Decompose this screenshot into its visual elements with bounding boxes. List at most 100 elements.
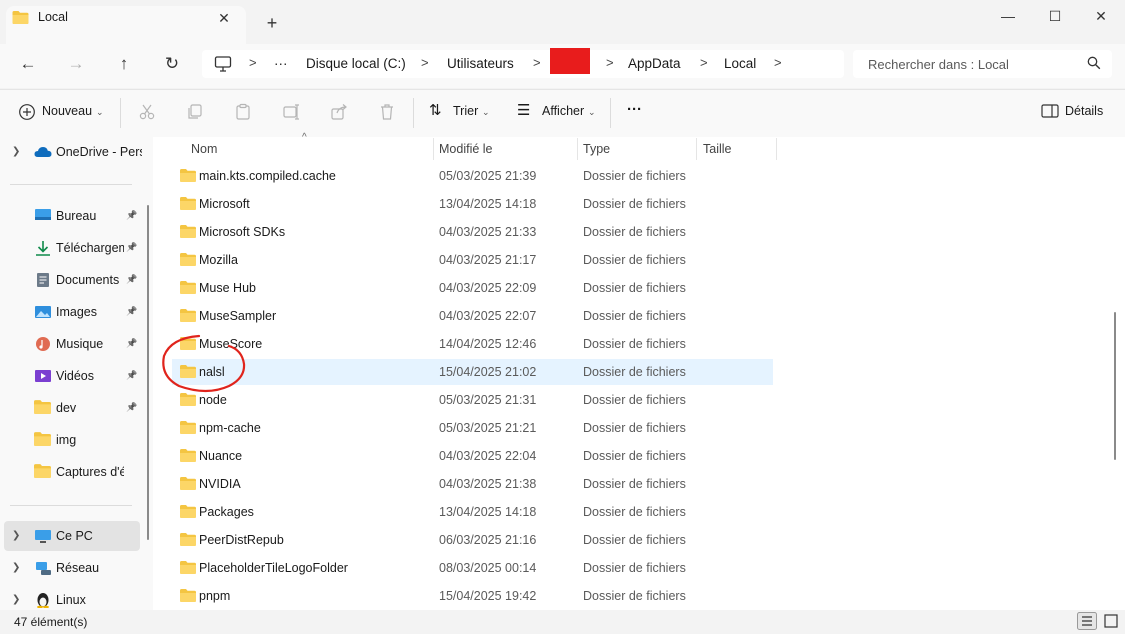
- copy-icon[interactable]: [186, 103, 204, 121]
- pin-icon[interactable]: 📌: [126, 210, 137, 221]
- folder-icon: [180, 449, 196, 465]
- file-modified: 14/04/2025 12:46: [439, 337, 537, 351]
- cut-icon[interactable]: [138, 103, 156, 121]
- toolbar-divider: [610, 98, 611, 128]
- pin-icon[interactable]: 📌: [126, 274, 137, 285]
- file-name: main.kts.compiled.cache: [199, 169, 336, 183]
- this-pc-icon: [35, 530, 51, 543]
- file-type: Dossier de fichiers: [583, 309, 686, 323]
- file-name: MuseScore: [199, 337, 263, 351]
- videos-icon: [34, 368, 52, 387]
- sidebar-label: Réseau: [56, 561, 100, 575]
- paste-icon[interactable]: [234, 103, 252, 121]
- up-arrow-icon[interactable]: ↑: [110, 52, 138, 76]
- back-arrow-icon[interactable]: ←: [14, 52, 42, 76]
- sidebar-label: Bureau: [56, 209, 97, 223]
- sort-ascending-icon: ^: [302, 132, 307, 143]
- sort-button[interactable]: Trier: [453, 104, 478, 118]
- chevron-right-icon[interactable]: ❯: [12, 594, 20, 605]
- sidebar-label: Images: [56, 305, 97, 319]
- new-button[interactable]: Nouveau: [42, 104, 92, 118]
- breadcrumb-overflow[interactable]: ···: [274, 56, 288, 71]
- tiles-view-icon[interactable]: [1101, 612, 1121, 630]
- sidebar-divider: [10, 505, 132, 506]
- column-header-name[interactable]: Nom: [191, 142, 217, 156]
- chevron-right-icon[interactable]: ❯: [12, 146, 20, 157]
- breadcrumb-item-disk[interactable]: Disque local (C:): [306, 56, 406, 71]
- file-name: Microsoft SDKs: [199, 225, 286, 239]
- details-button[interactable]: Détails: [1065, 104, 1103, 118]
- delete-icon[interactable]: [378, 103, 396, 121]
- chevron-right-icon[interactable]: ❯: [12, 562, 20, 573]
- file-modified: 15/04/2025 21:02: [439, 365, 537, 379]
- file-modified: 05/03/2025 21:31: [439, 393, 537, 407]
- pin-icon[interactable]: 📌: [126, 306, 137, 317]
- file-type: Dossier de fichiers: [583, 589, 686, 603]
- breadcrumb-separator: >: [249, 55, 257, 70]
- window-close-icon[interactable]: ✕: [1079, 6, 1123, 26]
- details-view-icon[interactable]: [1077, 612, 1097, 630]
- chevron-down-icon: ⌄: [96, 107, 104, 117]
- pin-icon[interactable]: 📌: [126, 242, 137, 253]
- view-button[interactable]: Afficher: [542, 104, 584, 118]
- file-type: Dossier de fichiers: [583, 281, 686, 295]
- sidebar-label: Ce PC: [56, 529, 93, 543]
- chevron-right-icon[interactable]: ❯: [12, 530, 20, 541]
- sidebar-label: OneDrive - Perso: [56, 145, 142, 159]
- status-bar: [0, 610, 1125, 634]
- sidebar-label: Téléchargements: [56, 241, 124, 255]
- cloud-icon: [34, 147, 52, 157]
- pin-icon[interactable]: 📌: [126, 402, 137, 413]
- maximize-icon[interactable]: ☐: [1033, 6, 1077, 26]
- sidebar-scrollbar[interactable]: [147, 205, 149, 540]
- file-name: npm-cache: [199, 421, 261, 435]
- folder-icon: [34, 464, 51, 481]
- forward-arrow-icon[interactable]: →: [62, 52, 90, 76]
- column-divider[interactable]: [696, 138, 697, 160]
- plus-circle-icon: [19, 104, 35, 120]
- column-divider[interactable]: [433, 138, 434, 160]
- column-divider[interactable]: [577, 138, 578, 160]
- column-header-type[interactable]: Type: [583, 142, 610, 156]
- more-options-button[interactable]: ···: [627, 101, 642, 118]
- column-header-size[interactable]: Taille: [703, 142, 732, 156]
- file-modified: 05/03/2025 21:21: [439, 421, 537, 435]
- sidebar-label: img: [56, 433, 77, 447]
- redacted-username: [550, 48, 590, 74]
- pin-icon[interactable]: 📌: [126, 370, 137, 381]
- chevron-down-icon: ⌄: [588, 107, 596, 117]
- rename-icon[interactable]: [282, 103, 300, 121]
- new-tab-icon[interactable]: +: [262, 14, 282, 34]
- folder-icon: [180, 253, 196, 269]
- refresh-icon[interactable]: ↻: [158, 52, 186, 76]
- folder-icon: [180, 309, 196, 325]
- close-tab-icon[interactable]: ✕: [214, 8, 234, 28]
- file-type: Dossier de fichiers: [583, 421, 686, 435]
- share-icon[interactable]: [330, 103, 348, 121]
- breadcrumb-item-users[interactable]: Utilisateurs: [447, 56, 514, 71]
- chevron-down-icon: ⌄: [482, 107, 490, 117]
- sidebar-label: Documents: [56, 273, 120, 287]
- file-list-scrollbar[interactable]: [1114, 312, 1116, 460]
- folder-icon: [180, 393, 196, 409]
- pin-icon[interactable]: 📌: [126, 338, 137, 349]
- breadcrumb-separator: >: [606, 55, 614, 70]
- file-modified: 13/04/2025 14:18: [439, 197, 537, 211]
- folder-icon: [180, 533, 196, 549]
- file-type: Dossier de fichiers: [583, 477, 686, 491]
- folder-icon: [34, 432, 51, 449]
- search-input[interactable]: Rechercher dans : Local: [868, 57, 1009, 72]
- breadcrumb-item-local[interactable]: Local: [724, 56, 756, 71]
- file-modified: 04/03/2025 21:33: [439, 225, 537, 239]
- minimize-icon[interactable]: —: [986, 6, 1030, 26]
- desktop-icon: [34, 208, 52, 226]
- folder-icon: [180, 225, 196, 241]
- file-name: PlaceholderTileLogoFolder: [199, 561, 348, 575]
- file-type: Dossier de fichiers: [583, 225, 686, 239]
- column-header-modified[interactable]: Modifié le: [439, 142, 493, 156]
- folder-icon: [180, 477, 196, 493]
- breadcrumb-item-appdata[interactable]: AppData: [628, 56, 681, 71]
- linux-penguin-icon: [37, 593, 49, 608]
- view-icon: ☰: [517, 102, 531, 119]
- column-divider[interactable]: [776, 138, 777, 160]
